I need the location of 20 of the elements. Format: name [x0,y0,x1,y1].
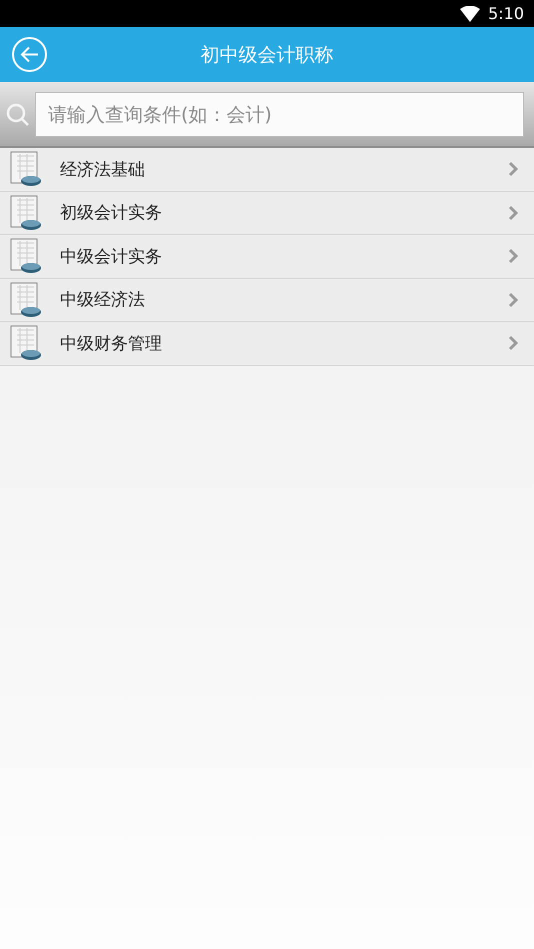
wifi-icon [460,6,480,22]
list-item[interactable]: 初级会计实务 [0,192,534,235]
list-item[interactable]: 中级会计实务 [0,235,534,278]
chevron-right-icon [508,161,518,178]
list-item[interactable]: 中级财务管理 [0,322,534,366]
chevron-right-icon [508,292,518,308]
screen-title: 初中级会计职称 [200,42,334,68]
ledger-icon [10,325,42,362]
back-button[interactable] [11,36,48,73]
search-field[interactable]: 请输入查询条件(如：会计) [35,92,524,137]
list-item[interactable]: 中级经济法 [0,278,534,322]
chevron-right-icon [508,204,518,221]
clock: 5:10 [488,4,524,23]
ledger-icon [10,194,42,231]
ledger-icon [10,151,42,188]
ledger-icon [10,282,42,318]
chevron-right-icon [508,335,518,352]
chevron-right-icon [508,248,518,264]
search-icon [6,102,30,126]
ledger-icon [10,238,42,274]
